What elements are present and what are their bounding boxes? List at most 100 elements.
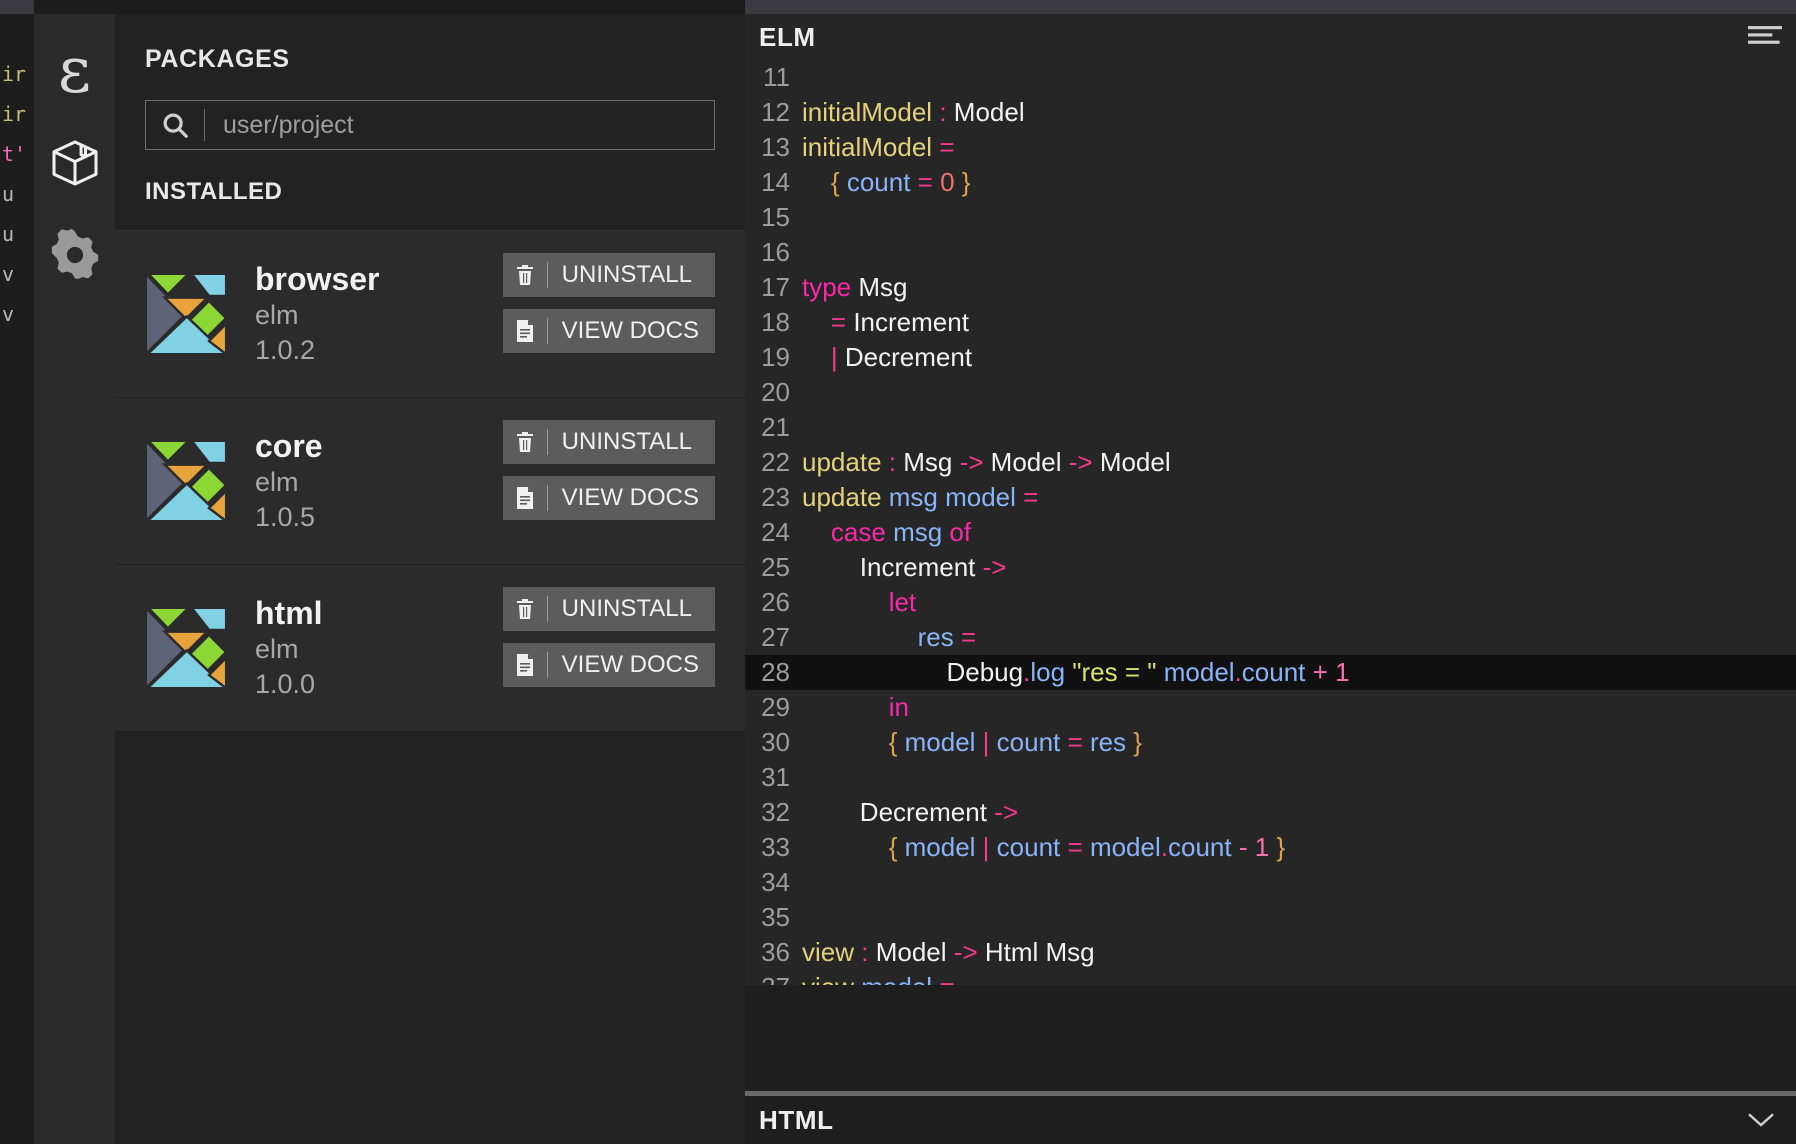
code-line[interactable]: 18 = Increment: [745, 305, 1796, 340]
code-line[interactable]: 21: [745, 410, 1796, 445]
line-number: 18: [761, 307, 790, 337]
code-line-text: = Increment: [830, 307, 969, 337]
code-line[interactable]: 28 Debug.log "res = " model.count + 1: [745, 655, 1796, 690]
bg-code-line: t': [2, 142, 27, 166]
package-actions: UNINSTALL VIEW DOCS: [502, 420, 715, 520]
line-number: 29: [761, 692, 790, 722]
sidebar-item-settings[interactable]: [46, 224, 104, 286]
code-line[interactable]: 37view model =: [745, 970, 1796, 985]
code-line[interactable]: 16: [745, 235, 1796, 270]
elm-package-logo-icon: [145, 440, 227, 522]
trash-icon: [503, 597, 547, 621]
bottom-panel: HTML: [745, 1091, 1796, 1144]
background-editor-sliver: ir ir t' u u v v: [0, 0, 34, 1144]
chevron-down-icon[interactable]: [1746, 1111, 1776, 1129]
package-info: html elm 1.0.0: [255, 595, 323, 701]
code-line[interactable]: 32 Decrement ->: [745, 795, 1796, 830]
code-line-text: Debug.log "res = " model.count + 1: [946, 657, 1350, 687]
package-search-box[interactable]: [145, 100, 715, 150]
code-line[interactable]: 12 initialModel : Model: [745, 95, 1796, 130]
package-actions: UNINSTALL VIEW DOCS: [502, 253, 715, 353]
code-lines-container[interactable]: 11 12 initialModel : Model 13 initialModel =…: [745, 60, 1796, 985]
code-line[interactable]: 11: [745, 60, 1796, 95]
uninstall-button[interactable]: UNINSTALL: [502, 420, 715, 464]
line-number: 14: [761, 167, 790, 197]
format-lines-icon[interactable]: [1748, 24, 1782, 50]
package-actions: UNINSTALL VIEW DOCS: [502, 587, 715, 687]
code-line[interactable]: 26 let: [745, 585, 1796, 620]
editor-tab-html[interactable]: HTML: [759, 1105, 834, 1136]
document-icon: [503, 653, 547, 677]
code-line[interactable]: 17 type Msg: [745, 270, 1796, 305]
code-line[interactable]: 29 in: [745, 690, 1796, 725]
code-line[interactable]: 33 { model | count = model.count - 1 }: [745, 830, 1796, 865]
view-docs-button[interactable]: VIEW DOCS: [502, 643, 715, 687]
sidebar-item-elm-logo[interactable]: ɛ: [46, 39, 104, 103]
code-editor-panel: ELM 11 12 initialModel : Model 13 initialMod…: [745, 0, 1796, 1144]
line-number: 32: [761, 797, 790, 827]
line-number: 33: [761, 832, 790, 862]
line-number: 17: [761, 272, 790, 302]
code-line[interactable]: 34: [745, 865, 1796, 900]
code-line-text: res =: [917, 622, 977, 652]
activity-bar: ɛ: [34, 14, 115, 1144]
trash-icon: [503, 263, 547, 287]
bottom-panel-header[interactable]: HTML: [745, 1096, 1796, 1144]
view-docs-button[interactable]: VIEW DOCS: [502, 309, 715, 353]
code-line[interactable]: 22 update : Msg -> Model -> Model: [745, 445, 1796, 480]
code-line-text: { model | count = model.count - 1 }: [888, 832, 1286, 862]
package-info: browser elm 1.0.2: [255, 261, 379, 367]
uninstall-label: UNINSTALL: [561, 428, 692, 455]
packages-panel: PACKAGES INSTALLED: [115, 14, 745, 1144]
code-line-text: view model =: [802, 970, 955, 985]
package-version: 1.0.5: [255, 501, 316, 532]
line-number: 11: [763, 62, 790, 92]
line-number: 21: [761, 412, 790, 442]
editor-tab-elm[interactable]: ELM: [759, 22, 816, 53]
uninstall-button[interactable]: UNINSTALL: [502, 587, 715, 631]
list-item[interactable]: browser elm 1.0.2 UNINSTALL VIEW DOCS: [115, 231, 745, 398]
code-line[interactable]: 20: [745, 375, 1796, 410]
code-line-text: Increment ->: [859, 552, 1007, 582]
elm-package-logo-icon: [145, 607, 227, 689]
code-line-text: type Msg: [802, 272, 908, 302]
view-docs-label: VIEW DOCS: [561, 484, 699, 511]
code-line[interactable]: 25 Increment ->: [745, 550, 1796, 585]
code-line[interactable]: 31: [745, 760, 1796, 795]
code-line[interactable]: 24 case msg of: [745, 515, 1796, 550]
search-input[interactable]: [205, 110, 714, 140]
line-number: 12: [761, 97, 790, 127]
code-line-text: in: [888, 692, 909, 722]
installed-package-list: browser elm 1.0.2 UNINSTALL VIEW DOCS co…: [115, 230, 745, 732]
code-line[interactable]: 35: [745, 900, 1796, 935]
code-line-text: initialModel =: [802, 132, 955, 162]
code-line[interactable]: 15: [745, 200, 1796, 235]
code-line[interactable]: 36 view : Model -> Html Msg: [745, 935, 1796, 970]
line-number: 34: [761, 867, 790, 897]
uninstall-button[interactable]: UNINSTALL: [502, 253, 715, 297]
app-root: ir ir t' u u v v ɛ PACKAGES user/project…: [0, 0, 1796, 1144]
code-line-text: { count = 0 }: [830, 167, 971, 197]
code-line[interactable]: 30 { model | count = res }: [745, 725, 1796, 760]
sidebar-item-packages[interactable]: [46, 132, 104, 194]
line-number: 15: [761, 202, 790, 232]
installed-section-label: INSTALLED: [145, 178, 283, 205]
code-line[interactable]: 27 res =: [745, 620, 1796, 655]
code-line[interactable]: 13 initialModel =: [745, 130, 1796, 165]
trash-icon: [503, 430, 547, 454]
package-info: core elm 1.0.5: [255, 428, 323, 534]
code-line-text: update msg model =: [802, 482, 1039, 512]
list-item[interactable]: html elm 1.0.0 UNINSTALL VIEW DOCS: [115, 565, 745, 732]
code-line[interactable]: 23 update msg model =: [745, 480, 1796, 515]
view-docs-button[interactable]: VIEW DOCS: [502, 476, 715, 520]
document-icon: [503, 319, 547, 343]
bg-code-line: u: [2, 182, 15, 206]
line-number: 25: [761, 552, 790, 582]
code-line[interactable]: 19 | Decrement: [745, 340, 1796, 375]
package-owner: elm: [255, 467, 299, 497]
list-item[interactable]: core elm 1.0.5 UNINSTALL VIEW DOCS: [115, 398, 745, 565]
package-search-wrap: [115, 74, 745, 150]
uninstall-label: UNINSTALL: [561, 595, 692, 622]
code-line[interactable]: 14 { count = 0 }: [745, 165, 1796, 200]
line-number: 27: [761, 622, 790, 652]
